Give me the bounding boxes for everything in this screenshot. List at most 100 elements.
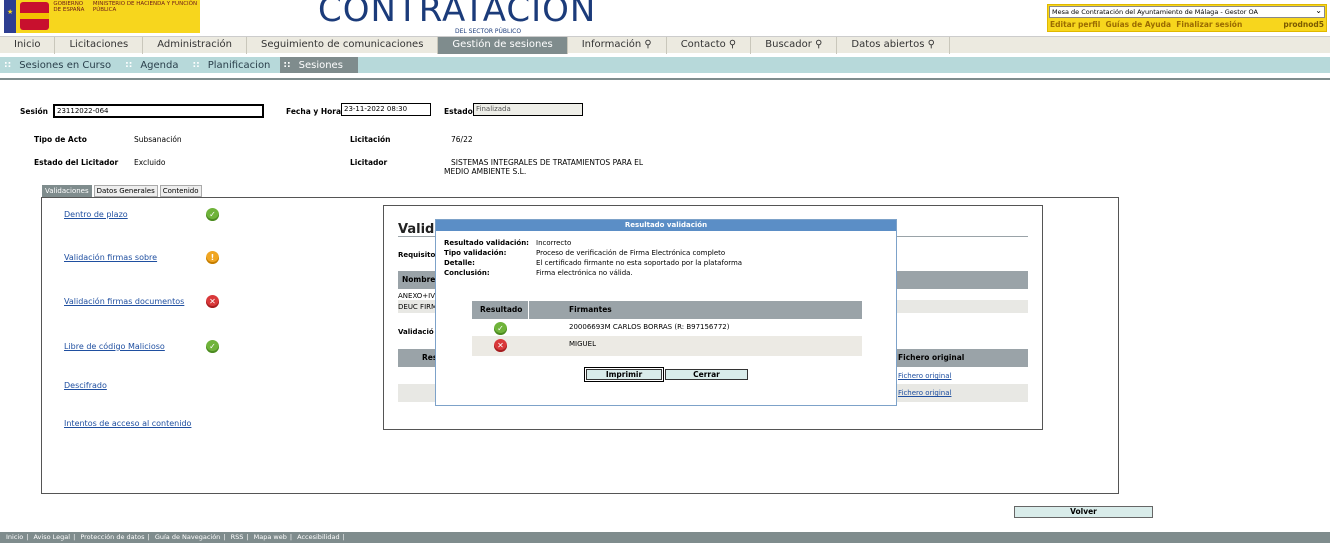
footer-separator: |: [73, 533, 76, 541]
subnav-label: Planificacion: [207, 59, 271, 71]
bullet-icon: ::: [192, 60, 200, 70]
footer-separator: |: [246, 533, 249, 541]
footer-link-mapa-web[interactable]: Mapa web: [254, 533, 287, 541]
firmantes-header: Firmantes: [569, 305, 612, 314]
licitador-value-line2: MEDIO AMBIENTE S.L.: [444, 167, 527, 176]
subnav-item-planificacion[interactable]: :: Planificacion: [188, 60, 280, 71]
validation-link-descifrado[interactable]: Descifrado: [64, 381, 107, 390]
firmante-name: 20006693M CARLOS BORRAS (R: B97156772): [569, 323, 730, 331]
organization-select[interactable]: Mesa de Contratación del Ayuntamiento de…: [1049, 6, 1325, 18]
tipo-acto-label: Tipo de Acto: [34, 135, 87, 144]
subnav-label: Sesiones: [298, 59, 343, 71]
edit-profile-link[interactable]: Editar perfil: [1050, 20, 1100, 29]
nav-item-gestion-sesiones[interactable]: Gestión de sesiones: [438, 37, 568, 54]
site-subtitle: DEL SECTOR PÚBLICO: [455, 28, 522, 35]
site-title[interactable]: CONTRATACIÓN: [318, 0, 596, 30]
signers-table-header: Resultado Firmantes: [472, 301, 862, 319]
header-divider: [0, 78, 1330, 80]
licitador-value-line1: SISTEMAS INTEGRALES DE TRATAMIENTOS PARA…: [451, 158, 644, 167]
subnav-item-sesiones-en-curso[interactable]: :: Sesiones en Curso: [0, 60, 121, 71]
footer-separator: |: [147, 533, 150, 541]
table-row: ANEXO+IV: [398, 292, 436, 300]
sesion-field: 23112022-064: [53, 104, 264, 118]
subnav-label: Agenda: [140, 59, 179, 71]
licitador-label: Licitador: [350, 158, 388, 167]
nav-item-label: Datos abiertos: [851, 39, 925, 50]
header: ★ GOBIERNO DE ESPAÑA MINISTERIO DE HACIE…: [0, 0, 1330, 36]
check-icon: ✓: [494, 322, 507, 335]
validation-link-firmas-documentos[interactable]: Validación firmas documentos: [64, 297, 184, 306]
subnav-label: Sesiones en Curso: [19, 59, 112, 71]
nav-item-licitaciones[interactable]: Licitaciones: [55, 37, 144, 54]
tab-bar: Validaciones Datos Generales Contenido: [42, 185, 202, 197]
footer-link-guia-navegacion[interactable]: Guía de Navegación: [155, 533, 220, 541]
footer-link-rss[interactable]: RSS: [231, 533, 244, 541]
validacion-label: Validació: [398, 328, 434, 336]
tab-contenido[interactable]: Contenido: [159, 185, 202, 197]
logout-link[interactable]: Finalizar sesión: [1176, 20, 1242, 29]
nav-item-datos-abiertos[interactable]: Datos abiertos ⚲: [837, 37, 950, 54]
user-links: Editar perfil Guías de Ayuda Finalizar s…: [1048, 19, 1326, 30]
error-icon: ✕: [494, 339, 507, 352]
search-icon: ⚲: [644, 39, 652, 50]
warning-icon: !: [206, 251, 219, 264]
coat-of-arms-icon: [19, 2, 50, 30]
fichero-header: Fichero original: [898, 353, 965, 362]
resultado-header: Resultado: [480, 305, 523, 314]
main-nav: Inicio Licitaciones Administración Segui…: [0, 36, 1330, 54]
licitacion-value: 76/22: [451, 135, 473, 144]
dialog-title[interactable]: Resultado validación: [436, 220, 896, 231]
chevron-down-icon: ⌄: [1315, 6, 1322, 15]
tab-validaciones[interactable]: Validaciones: [42, 185, 92, 197]
tipo-validacion-value: Proceso de verificación de Firma Electró…: [536, 249, 726, 257]
footer-separator: |: [342, 533, 345, 541]
footer-separator: |: [289, 533, 293, 541]
estado-licitador-label: Estado del Licitador: [34, 158, 119, 167]
footer-separator: |: [223, 533, 226, 541]
nav-item-seguimiento[interactable]: Seguimiento de comunicaciones: [247, 37, 439, 54]
validation-link-codigo-malicioso[interactable]: Libre de código Malicioso: [64, 342, 165, 351]
close-button[interactable]: Cerrar: [665, 369, 748, 380]
estado-label: Estado: [444, 107, 473, 116]
tab-datos-generales[interactable]: Datos Generales: [93, 185, 158, 197]
user-panel: Mesa de Contratación del Ayuntamiento de…: [1047, 4, 1327, 32]
nav-item-informacion[interactable]: Información ⚲: [568, 37, 667, 54]
search-icon: ⚲: [927, 39, 935, 50]
help-guides-link[interactable]: Guías de Ayuda: [1106, 20, 1171, 29]
footer-link-inicio[interactable]: Inicio: [6, 533, 23, 541]
username: prodnod5: [1283, 20, 1324, 29]
nav-item-inicio[interactable]: Inicio: [0, 37, 56, 54]
nav-item-administracion[interactable]: Administración: [143, 37, 248, 54]
detalle-value: El certificado firmante no esta soportad…: [536, 259, 743, 267]
footer-link-aviso-legal[interactable]: Aviso Legal: [33, 533, 70, 541]
validation-link-intentos-acceso[interactable]: Intentos de acceso al contenido: [64, 419, 191, 428]
gov-text: GOBIERNO DE ESPAÑA: [53, 1, 85, 13]
validation-result-dialog: Resultado validación Resultado validació…: [435, 219, 897, 406]
firmante-name: MIGUEL: [569, 340, 596, 348]
validation-link-firmas-sobre[interactable]: Validación firmas sobre: [64, 253, 157, 262]
nav-item-buscador[interactable]: Buscador ⚲: [751, 37, 838, 54]
detalle-label: Detalle:: [444, 259, 475, 267]
fichero-original-link[interactable]: Fichero original: [898, 372, 951, 380]
back-button[interactable]: Volver: [1014, 506, 1153, 518]
organization-select-value: Mesa de Contratación del Ayuntamiento de…: [1052, 8, 1258, 16]
bullet-icon: ::: [125, 60, 133, 70]
validation-link-dentro-plazo[interactable]: Dentro de plazo: [64, 210, 128, 219]
footer-link-proteccion-datos[interactable]: Protección de datos: [80, 533, 144, 541]
nav-item-contacto[interactable]: Contacto ⚲: [667, 37, 752, 54]
print-button[interactable]: Imprimir: [584, 367, 664, 382]
fichero-original-link[interactable]: Fichero original: [898, 389, 951, 397]
nav-item-label: Información: [581, 39, 642, 50]
subnav-item-agenda[interactable]: :: Agenda: [121, 60, 188, 71]
search-icon: ⚲: [728, 39, 737, 50]
resultado-value: Incorrecto: [536, 239, 572, 247]
conclusion-label: Conclusión:: [444, 269, 490, 277]
footer-link-accesibilidad[interactable]: Accesibilidad: [297, 533, 339, 541]
fecha-label: Fecha y Hora: [286, 107, 342, 116]
table-row: ✕ MIGUEL: [472, 336, 862, 356]
subnav-item-sesiones[interactable]: :: Sesiones: [280, 57, 358, 73]
resultado-label: Resultado validación:: [444, 239, 529, 247]
table-row: DEUC FIRM: [398, 303, 438, 311]
government-logo[interactable]: ★ GOBIERNO DE ESPAÑA MINISTERIO DE HACIE…: [4, 0, 200, 33]
error-icon: ✕: [206, 295, 219, 308]
